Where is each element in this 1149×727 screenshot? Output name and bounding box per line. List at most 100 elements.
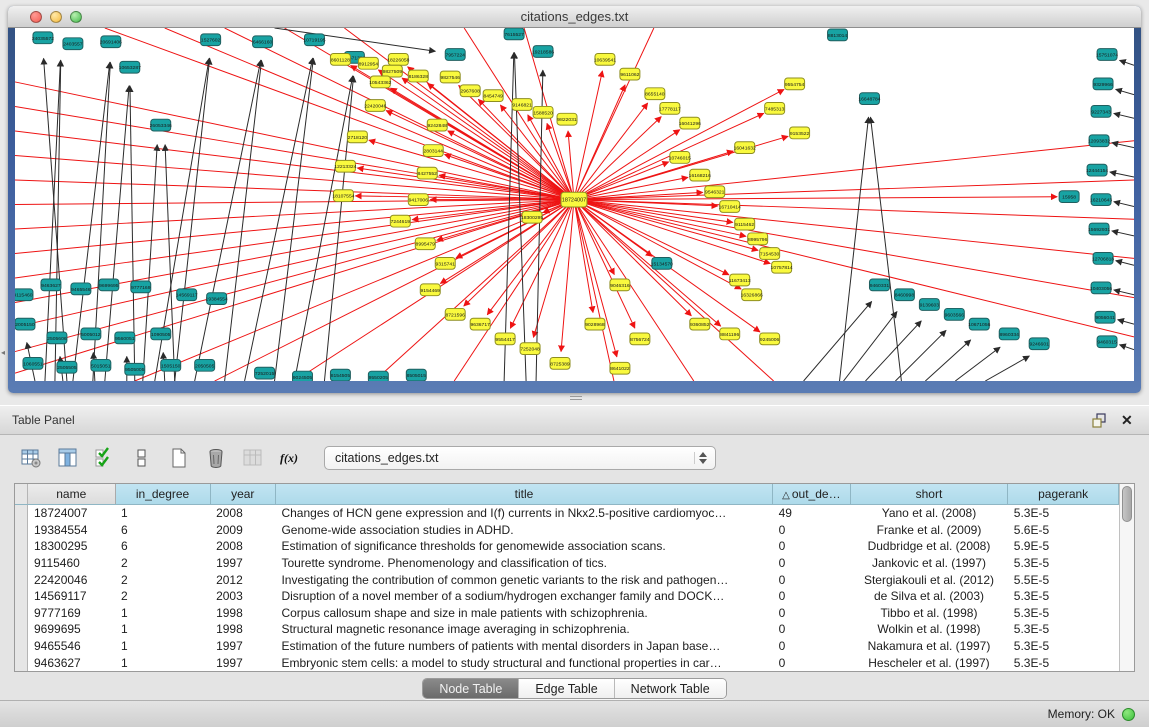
graph-node[interactable]: 9315741: [435, 257, 455, 269]
graph-node[interactable]: 9465546: [71, 283, 91, 295]
graph-node[interactable]: 16710414: [719, 201, 741, 213]
graph-node[interactable]: 15958: [1059, 191, 1079, 203]
graph-node[interactable]: 1588520: [533, 106, 553, 118]
column-header-name[interactable]: name: [28, 484, 116, 505]
graph-node[interactable]: 8655140: [645, 88, 665, 100]
graph-node[interactable]: 15134570: [651, 257, 673, 269]
network-table-select[interactable]: citations_edges.txt: [324, 446, 716, 470]
graph-node[interactable]: 7252048: [520, 343, 540, 355]
graph-node[interactable]: 8841196: [720, 328, 740, 340]
graph-node[interactable]: 19384554: [206, 293, 228, 305]
column-header-out_de[interactable]: △out_de…: [773, 484, 851, 505]
graph-node[interactable]: 9827509: [382, 65, 402, 77]
graph-node[interactable]: 17778117: [659, 103, 681, 115]
graph-node[interactable]: 8960334: [999, 328, 1019, 340]
cell-year[interactable]: 2003: [210, 588, 275, 605]
cell-pagerank[interactable]: 5.3E-5: [1008, 638, 1119, 655]
graph-node[interactable]: 6466160: [253, 36, 273, 48]
graph-node[interactable]: 11673413: [729, 274, 751, 286]
graph-node[interactable]: 12444154: [1086, 164, 1108, 176]
cell-short[interactable]: Nakamura et al. (1997): [850, 638, 1008, 655]
graph-node[interactable]: 12093832: [1088, 135, 1110, 147]
cell-name[interactable]: 9777169: [28, 604, 116, 621]
graph-node[interactable]: 12706818: [1092, 253, 1114, 265]
table-scrollbar[interactable]: [1119, 484, 1134, 671]
graph-node[interactable]: 16326866: [741, 289, 763, 301]
graph-node[interactable]: 14569117: [176, 289, 198, 301]
graph-node[interactable]: 2505606: [47, 332, 67, 344]
graph-node[interactable]: 18107554: [332, 190, 354, 202]
new-document-icon[interactable]: [166, 445, 192, 471]
cell-year[interactable]: 1997: [210, 638, 275, 655]
table-row[interactable]: 1456911722003Disruption of a novel membe…: [15, 588, 1119, 605]
graph-node[interactable]: 9245006: [760, 333, 780, 345]
cell-pagerank[interactable]: 5.3E-5: [1008, 654, 1119, 671]
graph-node[interactable]: 2050505: [195, 359, 215, 371]
graph-node[interactable]: 9822031: [557, 113, 577, 125]
cell-out_de[interactable]: 0: [773, 555, 851, 572]
cell-pagerank[interactable]: 5.3E-5: [1008, 555, 1119, 572]
cell-title[interactable]: Structural magnetic resonance image aver…: [275, 621, 772, 638]
cell-in_degree[interactable]: 1: [115, 604, 210, 621]
cell-name[interactable]: 9699695: [28, 621, 116, 638]
float-window-icon[interactable]: [1091, 412, 1107, 428]
graph-node[interactable]: 9827546: [440, 71, 460, 83]
cell-title[interactable]: Embryonic stem cells: a model to study s…: [275, 654, 772, 671]
cell-in_degree[interactable]: 2: [115, 555, 210, 572]
cell-out_de[interactable]: 0: [773, 588, 851, 605]
graph-node[interactable]: 16648784: [858, 93, 880, 105]
cell-out_de[interactable]: 49: [773, 505, 851, 522]
cell-title[interactable]: Investigating the contribution of common…: [275, 571, 772, 588]
cell-in_degree[interactable]: 1: [115, 638, 210, 655]
cell-short[interactable]: Tibbo et al. (1998): [850, 604, 1008, 621]
graph-node[interactable]: 8912954: [358, 57, 378, 69]
graph-node[interactable]: 8427552: [417, 167, 437, 179]
cell-title[interactable]: Estimation of the future numbers of pati…: [275, 638, 772, 655]
cell-out_de[interactable]: 0: [773, 521, 851, 538]
graph-node[interactable]: 10653287: [119, 61, 141, 73]
graph-node[interactable]: 10403056: [1090, 282, 1112, 294]
cell-out_de[interactable]: 0: [773, 571, 851, 588]
table-row[interactable]: 946362711997Embryonic stem cells: a mode…: [15, 654, 1119, 671]
cell-in_degree[interactable]: 2: [115, 588, 210, 605]
panel-collapse-arrow-icon[interactable]: ◂: [1, 348, 5, 357]
graph-node[interactable]: 18226058: [387, 53, 409, 65]
graph-node[interactable]: 9603566: [944, 308, 964, 320]
column-header-short[interactable]: short: [850, 484, 1008, 505]
select-all-icon[interactable]: [92, 445, 118, 471]
cell-pagerank[interactable]: 5.3E-5: [1008, 505, 1119, 522]
cell-in_degree[interactable]: 1: [115, 621, 210, 638]
graph-node[interactable]: 1505150: [161, 359, 181, 371]
graph-node[interactable]: 8641022: [610, 362, 630, 374]
cell-year[interactable]: 1998: [210, 604, 275, 621]
cell-short[interactable]: Jankovic et al. (1997): [850, 555, 1008, 572]
graph-node[interactable]: 10639541: [594, 53, 616, 65]
table-row[interactable]: 946554611997Estimation of the future num…: [15, 638, 1119, 655]
graph-node[interactable]: 9560051: [115, 332, 135, 344]
graph-node[interactable]: 16041296: [679, 117, 701, 129]
table-row[interactable]: 1872400712008Changes of HCN gene express…: [15, 505, 1119, 522]
cell-out_de[interactable]: 0: [773, 654, 851, 671]
graph-node[interactable]: 9046316: [610, 279, 630, 291]
node-table[interactable]: namein_degreeyeartitle△out_de…shortpager…: [15, 484, 1119, 671]
graph-node[interactable]: 26053346: [150, 119, 172, 131]
graph-node[interactable]: 10671056: [968, 318, 990, 330]
graph-node[interactable]: 9246601: [1029, 338, 1049, 350]
cell-name[interactable]: 18724007: [28, 505, 116, 522]
cell-short[interactable]: de Silva et al. (2003): [850, 588, 1008, 605]
table-settings-icon[interactable]: [18, 445, 44, 471]
graph-node[interactable]: 9056041: [1095, 311, 1115, 323]
cell-year[interactable]: 2012: [210, 571, 275, 588]
graph-node[interactable]: 9636717: [470, 318, 490, 330]
graph-node[interactable]: 9777169: [131, 281, 151, 293]
panel-splitter[interactable]: [0, 393, 1149, 405]
column-header-year[interactable]: year: [210, 484, 275, 505]
graph-node[interactable]: 5005012: [81, 328, 101, 340]
cell-in_degree[interactable]: 6: [115, 538, 210, 555]
cell-short[interactable]: Hescheler et al. (1997): [850, 654, 1008, 671]
delete-icon[interactable]: [203, 445, 229, 471]
graph-node[interactable]: 8454749: [483, 90, 503, 102]
graph-node[interactable]: 9550205: [368, 371, 388, 381]
graph-node[interactable]: 19218586: [532, 46, 554, 58]
graph-node[interactable]: 9227343: [1091, 105, 1111, 117]
